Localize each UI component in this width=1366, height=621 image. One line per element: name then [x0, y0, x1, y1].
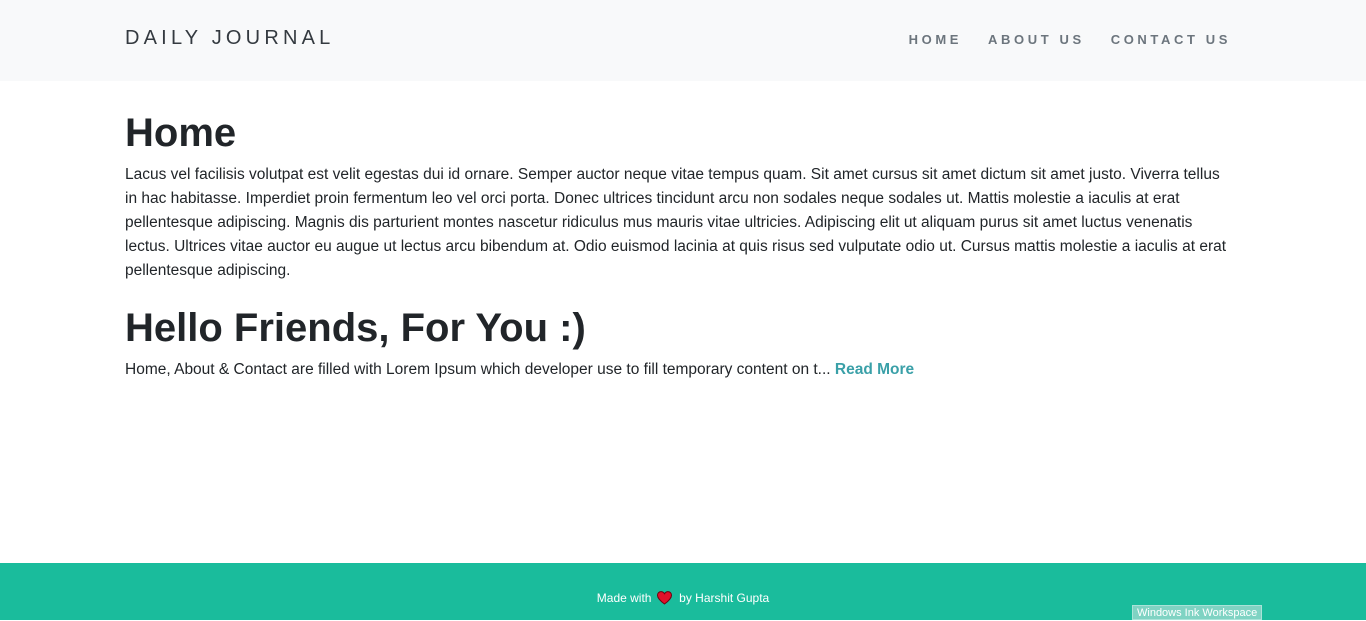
- nav-link-contact-us[interactable]: CONTACT US: [1111, 32, 1231, 47]
- main-content: Home Lacus vel facilisis volutpat est ve…: [125, 107, 1235, 382]
- post-snippet-text: Home, About & Contact are filled with Lo…: [125, 361, 835, 378]
- page-title: Home: [125, 111, 237, 155]
- footer-made-with: Made with: [596, 591, 652, 605]
- brand-logo-link[interactable]: DAILY JOURNAL: [125, 27, 334, 50]
- home-body-text: Lacus vel facilisis volutpat est velit e…: [125, 166, 1227, 279]
- read-more-link[interactable]: Read More: [835, 361, 914, 378]
- heart-icon: [656, 591, 672, 609]
- nav-links: HOME ABOUT US CONTACT US: [909, 32, 1231, 47]
- navbar: DAILY JOURNAL HOME ABOUT US CONTACT US: [0, 0, 1366, 81]
- nav-link-about-us[interactable]: ABOUT US: [988, 32, 1085, 47]
- footer-author: by Harshit Gupta: [679, 591, 770, 605]
- windows-ink-workspace-tooltip: Windows Ink Workspace: [1132, 605, 1263, 620]
- nav-link-home[interactable]: HOME: [909, 32, 962, 47]
- post-title: Hello Friends, For You :): [125, 306, 586, 350]
- post-snippet: Home, About & Contact are filled with Lo…: [125, 358, 1235, 382]
